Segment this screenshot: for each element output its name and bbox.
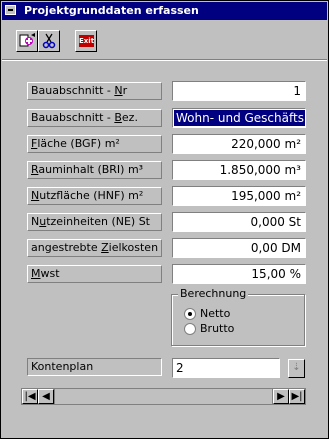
label-zielkosten: angestrebte Zielkosten: [27, 239, 162, 257]
field-nutzflaeche-hnf[interactable]: 195,000 m²: [172, 186, 306, 206]
toolbar: Exit: [2, 21, 327, 59]
field-bauabschnitt-bez[interactable]: Wohn- und Geschäftsh: [172, 108, 306, 128]
toolbar-separator: [2, 59, 327, 61]
radio-netto-label: Netto: [200, 307, 231, 320]
prev-icon: ◀: [42, 391, 50, 402]
field-kontenplan[interactable]: 2: [172, 358, 280, 378]
selected-text: Wohn- und Geschäftsh: [174, 110, 305, 126]
field-nutzeinheiten-ne[interactable]: 0,000 St: [172, 212, 306, 232]
label-nutzflaeche-hnf: Nutzfläche (HNF) m²: [27, 187, 162, 205]
label-flaeche-bgf: Fläche (BGF) m²: [27, 135, 162, 153]
system-menu-icon[interactable]: [5, 5, 16, 15]
add-record-button[interactable]: [16, 30, 38, 52]
prev-record-button[interactable]: ◀: [38, 389, 54, 404]
next-record-button[interactable]: ▶: [273, 389, 289, 404]
field-zielkosten[interactable]: 0,00 DM: [172, 238, 306, 258]
first-record-button[interactable]: |◀: [22, 389, 38, 404]
cut-icon: [42, 33, 56, 49]
exit-icon: Exit: [79, 35, 95, 47]
berechnung-group: Berechnung Netto Brutto: [171, 287, 305, 346]
window-title: Projektgrunddaten erfassen: [24, 4, 199, 17]
field-mwst[interactable]: 15,00 %: [172, 264, 306, 284]
label-mwst: Mwst: [27, 265, 162, 283]
record-navigator: |◀ ◀ ▶ ▶|: [21, 388, 306, 405]
title-bar: Projektgrunddaten erfassen: [2, 2, 327, 20]
next-icon: ▶: [277, 391, 285, 402]
field-rauminhalt-bri[interactable]: 1.850,000 m³: [172, 160, 306, 180]
arrow-down-icon: ⇣: [292, 362, 301, 373]
field-bauabschnitt-nr[interactable]: 1: [172, 81, 306, 101]
add-record-icon: [19, 33, 35, 47]
last-record-button[interactable]: ▶|: [289, 389, 305, 404]
radio-brutto-label: Brutto: [200, 322, 235, 335]
exit-button[interactable]: Exit: [75, 30, 97, 52]
last-icon: ▶|: [291, 391, 303, 402]
radio-netto-indicator[interactable]: [184, 308, 196, 320]
label-kontenplan: Kontenplan: [27, 358, 162, 376]
navigator-track[interactable]: [54, 389, 273, 404]
berechnung-title: Berechnung: [178, 287, 249, 300]
label-bauabschnitt-nr: Bauabschnitt - Nr: [27, 82, 162, 100]
label-rauminhalt-bri: Rauminhalt (BRI) m³: [27, 161, 162, 179]
first-icon: |◀: [24, 391, 36, 402]
radio-brutto-indicator[interactable]: [184, 323, 196, 335]
label-bauabschnitt-bez: Bauabschnitt - Bez.: [27, 109, 162, 127]
app-window: Projektgrunddaten erfassen Exit Bauabsch…: [0, 0, 329, 439]
field-flaeche-bgf[interactable]: 220,000 m²: [172, 134, 306, 154]
kontenplan-dropdown-button[interactable]: ⇣: [288, 359, 305, 378]
cut-button[interactable]: [38, 30, 60, 52]
label-nutzeinheiten-ne: Nutzeinheiten (NE) St: [27, 213, 162, 231]
